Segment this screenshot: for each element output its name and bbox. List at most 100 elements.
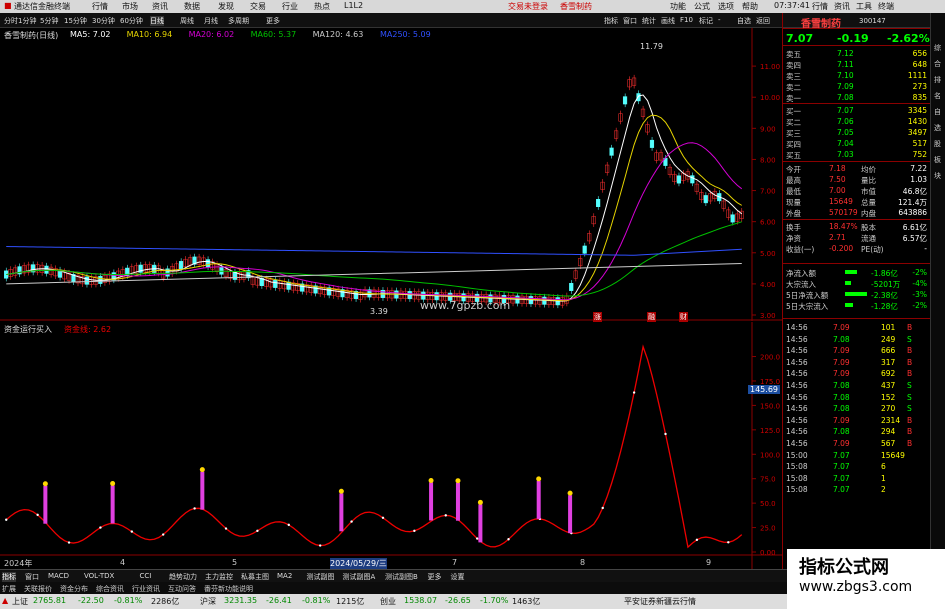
toolbar-7[interactable]: 自选 (737, 16, 751, 26)
side-tab-2[interactable]: 排 (934, 75, 941, 85)
indicator-tab-12[interactable]: 更多 (428, 572, 442, 582)
side-tab-4[interactable]: 自 (934, 107, 941, 117)
bid-row: 买二 7.06 1430 (783, 116, 931, 127)
bid-vol: 3497 (907, 128, 927, 137)
menu-0[interactable]: 行情 (92, 1, 108, 12)
toolbar-4[interactable]: F10 (680, 16, 693, 24)
info-tab-6[interactable]: 番芬新功能说明 (204, 584, 253, 594)
menu-2[interactable]: 资讯 (152, 1, 168, 12)
tick-price: 7.09 (833, 369, 850, 379)
indicator-tab-8[interactable]: MA2 (277, 572, 292, 580)
info-tab-2[interactable]: 资金分布 (60, 584, 88, 594)
cy-amount: 1463亿 (512, 597, 541, 606)
tick-row: 14:56 7.08 152 S (783, 392, 931, 403)
indicator-chart[interactable]: 200.0 175.0 150.0 125.0 100.0 75.0 50.0 25.0 0.0… (0, 322, 782, 569)
info-tab-1[interactable]: 关联报价 (24, 584, 52, 594)
side-tab-8[interactable]: 块 (934, 171, 941, 181)
indicator-tab-5[interactable]: 趋势动力 (169, 572, 197, 582)
period-tab-7[interactable]: 周线 (180, 16, 194, 26)
low-price-label: 3.39 (370, 307, 388, 316)
indicator-tab-13[interactable]: 设置 (451, 572, 465, 582)
menu-7[interactable]: 热点 (314, 1, 330, 12)
toolbar-2[interactable]: 统计 (642, 16, 656, 26)
indicator-tab-2[interactable]: MACD (48, 572, 69, 580)
tick-time: 14:56 (786, 369, 808, 379)
period-tab-4[interactable]: 30分钟 (92, 16, 115, 26)
right-tool-1[interactable]: 资讯 (834, 1, 850, 12)
right-menu-0[interactable]: 功能 (670, 1, 686, 12)
event-marker-1[interactable]: 融 (647, 312, 656, 322)
candle-body (690, 175, 695, 184)
tick-price: 7.09 (833, 323, 850, 332)
tick-row: 14:56 7.09 567 B (783, 438, 931, 449)
toolbar-8[interactable]: 返回 (756, 16, 770, 26)
indicator-tab-10[interactable]: 测试副图A (343, 572, 376, 582)
indicator-svg: 200.0175.0150.0125.0100.075.050.025.00.0… (0, 322, 782, 569)
side-tab-0[interactable]: 综 (934, 43, 941, 53)
indicator-tab-1[interactable]: 窗口 (25, 572, 39, 582)
tick-price: 7.07 (833, 462, 850, 472)
toolbar-6[interactable]: - (718, 16, 721, 24)
toolbar-3[interactable]: 画线 (661, 16, 675, 26)
flow-label: 5日大宗流入 (786, 302, 829, 311)
tick-time: 15:08 (786, 485, 808, 495)
info-tab-4[interactable]: 行业资讯 (132, 584, 160, 594)
kline-chart[interactable]: 11.00 10.00 9.00 8.00 7.00 6.00 5.00 4.00 3.00 香… (0, 28, 782, 322)
right-tool-3[interactable]: 终端 (878, 1, 894, 12)
period-tab-10[interactable]: 更多 (266, 16, 280, 26)
event-marker-0[interactable]: 涨 (593, 312, 602, 322)
side-tab-7[interactable]: 板 (934, 155, 941, 165)
flow-bar (845, 270, 857, 274)
trade-login-status[interactable]: 交易未登录 (508, 1, 548, 12)
flow-row: 净流入额 -1.86亿 -2% (783, 267, 931, 278)
period-tab-1[interactable]: 1分钟 (18, 16, 36, 26)
tick-dir: S (907, 381, 912, 390)
period-tab-8[interactable]: 月线 (204, 16, 218, 26)
corner-watermark: 指标公式网 www.zbgs3.com (787, 549, 945, 609)
period-tab-2[interactable]: 5分钟 (40, 16, 58, 26)
period-tab-6[interactable]: 日线 (150, 16, 164, 26)
side-tab-1[interactable]: 合 (934, 59, 941, 69)
toolbar-5[interactable]: 标记 (699, 16, 713, 26)
side-tab-5[interactable]: 选 (934, 123, 941, 133)
right-tool-0[interactable]: 行情 (812, 1, 828, 12)
menu-1[interactable]: 市场 (122, 1, 138, 12)
indicator-tab-11[interactable]: 测试副图B (385, 572, 418, 582)
menu-6[interactable]: 行业 (282, 1, 298, 12)
info-tab-3[interactable]: 综合资讯 (96, 584, 124, 594)
indicator-tab-3[interactable]: VOL-TDX (84, 572, 114, 580)
right-menu-1[interactable]: 公式 (694, 1, 710, 12)
menu-3[interactable]: 数据 (184, 1, 200, 12)
tick-time: 14:56 (786, 427, 808, 437)
stat-row: 今开 7.18 均价 7.22 (783, 163, 931, 174)
tick-price: 7.09 (833, 415, 850, 425)
period-tab-0[interactable]: 分时 (4, 16, 18, 26)
side-tab-3[interactable]: 名 (934, 91, 941, 101)
indicator-tab-4[interactable]: CCI (140, 572, 152, 580)
menu-5[interactable]: 交易 (250, 1, 266, 12)
right-menu-3[interactable]: 帮助 (742, 1, 758, 12)
menu-4[interactable]: 发现 (218, 1, 234, 12)
right-tool-2[interactable]: 工具 (856, 1, 872, 12)
info-tab-5[interactable]: 互动问答 (168, 584, 196, 594)
tick-time: 14:56 (786, 323, 808, 332)
indicator-tab-0[interactable]: 指标 (2, 572, 16, 582)
indicator-tab-7[interactable]: 私募主图 (241, 572, 269, 582)
toolbar-1[interactable]: 窗口 (623, 16, 637, 26)
period-tab-5[interactable]: 60分钟 (120, 16, 143, 26)
period-tab-3[interactable]: 15分钟 (64, 16, 87, 26)
side-tab-6[interactable]: 股 (934, 139, 941, 149)
toolbar-0[interactable]: 指标 (604, 16, 618, 26)
indicator-tab-9[interactable]: 测试副图 (307, 572, 335, 582)
right-menu-2[interactable]: 选项 (718, 1, 734, 12)
indicator-tab-6[interactable]: 主力监控 (205, 572, 233, 582)
signal-dot (536, 476, 542, 482)
quote-stock-code: 300147 (859, 17, 886, 25)
stat-label: 内盘 (861, 209, 876, 218)
period-tab-9[interactable]: 多周期 (228, 16, 249, 26)
info-tab-0[interactable]: 扩展 (2, 584, 16, 594)
capital-dot (381, 516, 385, 519)
menu-8[interactable]: L1L2 (344, 1, 363, 10)
signal-bar (478, 504, 483, 543)
event-marker-2[interactable]: 财 (679, 312, 688, 322)
